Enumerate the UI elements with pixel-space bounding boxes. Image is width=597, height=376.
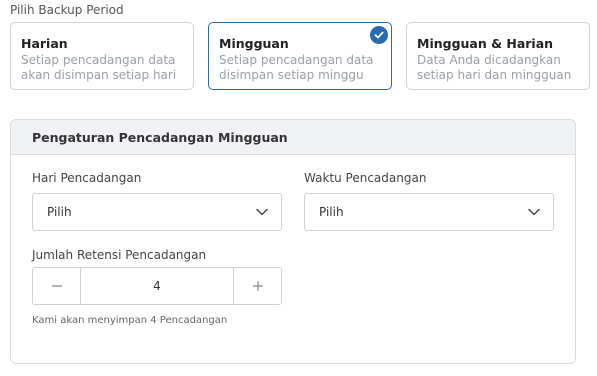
plus-icon [252, 277, 264, 296]
period-option-title: Harian [21, 36, 68, 51]
period-option-title: Mingguan [219, 36, 289, 51]
panel-title: Pengaturan Pencadangan Mingguan [11, 120, 575, 155]
weekly-settings-panel: Pengaturan Pencadangan Mingguan Hari Pen… [10, 119, 576, 364]
backup-time-label: Waktu Pencadangan [304, 171, 427, 185]
check-circle-icon [370, 26, 388, 44]
backup-day-label: Hari Pencadangan [32, 171, 142, 185]
decrement-button[interactable] [33, 268, 81, 304]
chevron-down-icon [256, 205, 268, 219]
period-option-title: Mingguan & Harian [417, 36, 554, 51]
period-option-mingguan[interactable]: Mingguan Setiap pencadangan data disimpa… [208, 22, 392, 90]
period-option-desc: Setiap pencadangan data [21, 53, 176, 67]
period-option-desc: akan disimpan setiap hari [21, 68, 177, 82]
retention-value[interactable]: 4 [81, 268, 233, 304]
backup-time-value: Pilih [319, 205, 344, 219]
increment-button[interactable] [233, 268, 281, 304]
period-option-desc: Data Anda dicadangkan [417, 53, 561, 67]
period-option-mingguan-harian[interactable]: Mingguan & Harian Data Anda dicadangkan … [406, 22, 590, 90]
period-option-desc: disimpan setiap minggu [219, 68, 364, 82]
period-option-harian[interactable]: Harian Setiap pencadangan data akan disi… [10, 22, 194, 90]
retention-stepper: 4 [32, 267, 282, 305]
backup-period-label: Pilih Backup Period [10, 3, 124, 17]
period-option-desc: setiap hari dan mingguan [417, 68, 572, 82]
backup-day-value: Pilih [47, 205, 72, 219]
backup-time-select[interactable]: Pilih [304, 193, 554, 231]
minus-icon [51, 277, 63, 296]
backup-day-select[interactable]: Pilih [32, 193, 282, 231]
retention-label: Jumlah Retensi Pencadangan [32, 248, 207, 262]
chevron-down-icon [528, 205, 540, 219]
period-option-desc: Setiap pencadangan data [219, 53, 374, 67]
retention-hint: Kami akan menyimpan 4 Pencadangan [32, 315, 228, 326]
